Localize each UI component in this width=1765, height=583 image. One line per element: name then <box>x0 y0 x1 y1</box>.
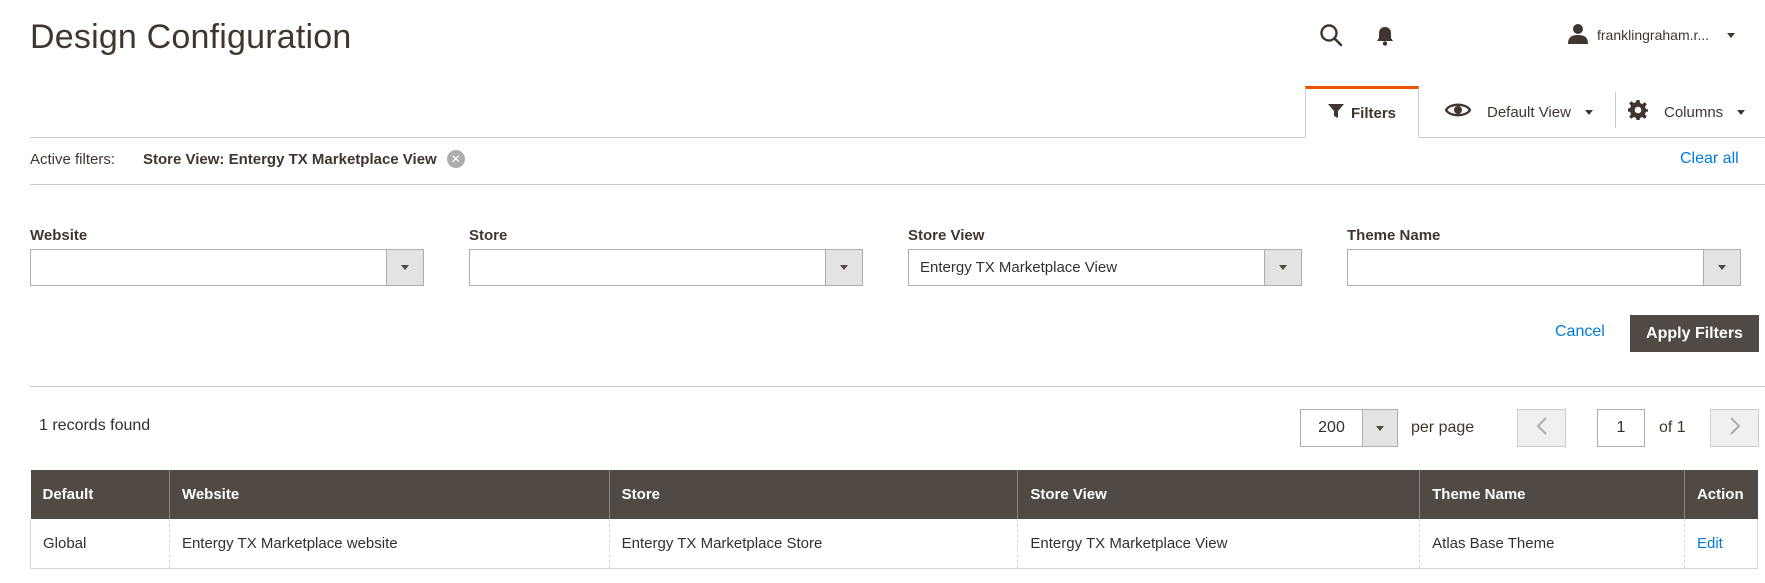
website-filter-label: Website <box>30 227 88 244</box>
columns-button[interactable]: Columns <box>1628 92 1746 132</box>
cell-store: Entergy TX Marketplace Store <box>608 519 1018 569</box>
dropdown-arrow-icon[interactable] <box>1362 410 1397 446</box>
column-header-store[interactable]: Store <box>608 470 1018 519</box>
dropdown-arrow-icon[interactable] <box>825 250 862 285</box>
active-filters-label: Active filters: <box>30 151 116 168</box>
cell-action: Edit <box>1683 519 1759 569</box>
store-view-filter-select[interactable]: Entergy TX Marketplace View <box>908 249 1302 286</box>
previous-page-button[interactable] <box>1517 409 1566 447</box>
website-filter-select[interactable] <box>30 249 424 286</box>
theme-name-filter-label: Theme Name <box>1347 227 1441 244</box>
dropdown-arrow-icon[interactable] <box>1703 250 1740 285</box>
per-page-label: per page <box>1411 419 1475 436</box>
column-header-theme-name[interactable]: Theme Name <box>1419 470 1685 519</box>
chevron-left-icon <box>1536 415 1548 441</box>
columns-label: Columns <box>1664 103 1724 121</box>
next-page-button[interactable] <box>1710 409 1759 447</box>
per-page-value: 200 <box>1318 419 1345 436</box>
column-header-website[interactable]: Website <box>168 470 610 519</box>
filters-divider <box>30 386 1765 387</box>
table-row[interactable]: Global Entergy TX Marketplace website En… <box>30 519 1759 569</box>
active-filter-chip: Store View: Entergy TX Marketplace View … <box>143 150 465 168</box>
cell-theme-name: Atlas Base Theme <box>1419 519 1685 569</box>
cell-store-view: Entergy TX Marketplace View <box>1017 519 1420 569</box>
page-count: of 1 <box>1659 419 1686 436</box>
toolbar-separator <box>1615 92 1616 128</box>
dropdown-arrow-icon[interactable] <box>1264 250 1301 285</box>
toolbar-divider <box>30 137 1765 138</box>
remove-filter-icon[interactable]: ✕ <box>446 150 465 168</box>
column-header-default[interactable]: Default <box>30 470 170 519</box>
theme-name-filter-select[interactable] <box>1347 249 1741 286</box>
filters-label: Filters <box>1350 104 1396 122</box>
cell-default: Global <box>30 519 170 569</box>
store-view-filter-label: Store View <box>908 227 985 244</box>
chevron-down-icon <box>1737 109 1746 115</box>
user-icon <box>1567 23 1589 48</box>
column-header-store-view[interactable]: Store View <box>1017 470 1420 519</box>
chevron-down-icon <box>1727 32 1736 38</box>
store-view-filter-value: Entergy TX Marketplace View <box>920 259 1118 276</box>
cell-website: Entergy TX Marketplace website <box>168 519 610 569</box>
records-found: 1 records found <box>39 417 151 434</box>
view-label: Default View <box>1487 103 1571 121</box>
active-filter-text: Store View: Entergy TX Marketplace View <box>143 150 437 168</box>
active-filters-divider <box>30 184 1765 185</box>
dropdown-arrow-icon[interactable] <box>386 250 423 285</box>
eye-icon <box>1444 101 1472 123</box>
filters-button[interactable]: Filters <box>1305 86 1419 138</box>
view-switcher[interactable]: Default View <box>1444 92 1593 132</box>
search-icon[interactable] <box>1316 20 1346 50</box>
clear-all-link[interactable]: Clear all <box>1680 150 1739 168</box>
chevron-right-icon <box>1729 415 1741 441</box>
design-config-grid: Default Website Store Store View Theme N… <box>30 470 1759 569</box>
notifications-bell-icon[interactable] <box>1372 22 1398 50</box>
account-menu[interactable]: franklingraham.r... <box>1567 20 1736 50</box>
store-filter-label: Store <box>469 227 508 244</box>
page-title: Design Configuration <box>30 18 352 56</box>
apply-filters-button[interactable]: Apply Filters <box>1630 315 1759 352</box>
page-number-input[interactable]: 1 <box>1597 409 1645 447</box>
column-header-action: Action <box>1683 470 1758 519</box>
filter-funnel-icon <box>1327 103 1344 123</box>
cancel-button[interactable]: Cancel <box>1555 323 1605 341</box>
user-name: franklingraham.r... <box>1597 27 1710 43</box>
per-page-select[interactable]: 200 <box>1300 409 1398 447</box>
table-header-row: Default Website Store Store View Theme N… <box>30 470 1758 519</box>
edit-link[interactable]: Edit <box>1697 535 1723 552</box>
gear-icon <box>1628 100 1648 124</box>
chevron-down-icon <box>1584 109 1593 115</box>
store-filter-select[interactable] <box>469 249 863 286</box>
